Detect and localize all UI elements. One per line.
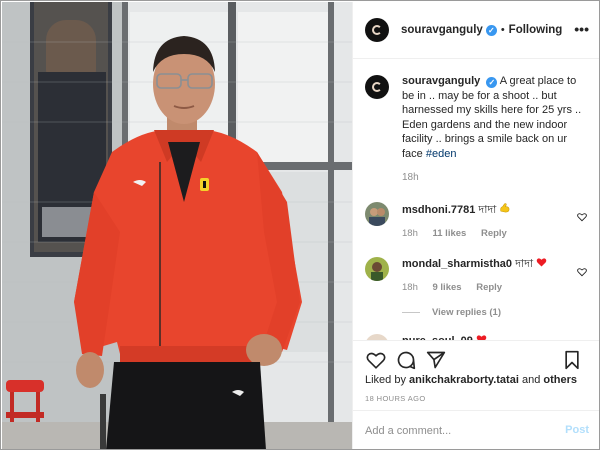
- like-heart-icon[interactable]: [365, 349, 387, 371]
- avatar-image: [365, 256, 389, 281]
- comment-likes[interactable]: 9 likes: [433, 282, 462, 293]
- add-comment-bar: Post: [353, 410, 599, 449]
- author-username[interactable]: souravganguly: [401, 24, 483, 36]
- avatar-mark-icon: [372, 82, 382, 92]
- comment-body: msdhoni.7781 দাদা 18h 11 likes Reply: [402, 202, 570, 241]
- reply-button[interactable]: Reply: [481, 228, 507, 239]
- comment-time: 18h: [402, 281, 418, 293]
- comment-avatar[interactable]: [365, 256, 389, 281]
- avatar-mark-icon: [372, 25, 382, 35]
- post-window: souravganguly ✓ • Following ••• souravga…: [0, 0, 600, 450]
- comment-item: msdhoni.7781 দাদা 18h 11 likes Reply: [365, 201, 589, 241]
- post-photo[interactable]: [2, 2, 352, 449]
- caption-author-avatar[interactable]: [365, 75, 389, 99]
- comment-body: mondal_sharmistha0 দাদা 18h 9 likes Repl…: [402, 257, 570, 295]
- flexed-biceps-icon: [499, 202, 510, 216]
- view-replies-label: View replies (1): [432, 306, 501, 318]
- comments-list[interactable]: souravganguly ✓ A great place to be in .…: [353, 60, 599, 340]
- comment-likes[interactable]: 11 likes: [433, 228, 467, 239]
- caption-body: souravganguly ✓ A great place to be in .…: [402, 74, 589, 186]
- liked-by-line: Liked by anikchakraborty.tatai and other…: [365, 374, 577, 386]
- caption-username[interactable]: souravganguly: [402, 75, 480, 87]
- post-photo-image: [2, 2, 352, 449]
- verified-badge-icon: ✓: [486, 77, 498, 88]
- comment-like-heart-icon[interactable]: [577, 212, 587, 222]
- liked-by-prefix: Liked by: [365, 374, 406, 386]
- caption-time: 18h: [402, 172, 419, 183]
- comment-meta: 18h 9 likes Reply: [402, 281, 570, 295]
- comment-username[interactable]: msdhoni.7781: [402, 204, 475, 216]
- comment-meta: 18h 11 likes Reply: [402, 227, 570, 241]
- comment-text: দাদা: [515, 257, 534, 270]
- following-button[interactable]: Following: [509, 24, 563, 36]
- comment-bubble-icon[interactable]: [395, 349, 417, 371]
- author-avatar[interactable]: [365, 18, 389, 42]
- comment-text: দাদা: [478, 203, 497, 216]
- liked-by-others[interactable]: others: [543, 374, 577, 386]
- post-caption: souravganguly ✓ A great place to be in .…: [365, 74, 589, 186]
- liked-by-user[interactable]: anikchakraborty.tatai: [409, 374, 519, 386]
- reply-button[interactable]: Reply: [476, 282, 502, 293]
- post-side-panel: souravganguly ✓ • Following ••• souravga…: [352, 2, 599, 449]
- comment-avatar[interactable]: [365, 201, 389, 226]
- post-actions-bar: [353, 340, 599, 378]
- add-comment-input[interactable]: [365, 424, 555, 437]
- comment-time: 18h: [402, 227, 418, 239]
- share-send-icon[interactable]: [425, 349, 447, 371]
- liked-by-conj: and: [521, 374, 541, 386]
- red-heart-icon: [536, 257, 547, 270]
- comment-like-heart-icon[interactable]: [577, 267, 587, 277]
- verified-badge-icon: ✓: [485, 24, 497, 36]
- separator-dot: •: [500, 24, 505, 36]
- post-header: souravganguly ✓ • Following •••: [353, 2, 599, 59]
- post-timestamp[interactable]: 18 HOURS AGO: [365, 394, 426, 403]
- hashtag-link[interactable]: #eden: [426, 148, 457, 160]
- comment-item: mondal_sharmistha0 দাদা 18h 9 likes Repl…: [365, 256, 589, 295]
- comment-username[interactable]: mondal_sharmistha0: [402, 258, 512, 270]
- avatar-image: [365, 201, 389, 226]
- replies-divider: [402, 311, 420, 313]
- view-replies-button[interactable]: View replies (1): [402, 307, 589, 318]
- more-options-icon[interactable]: •••: [574, 21, 589, 37]
- save-bookmark-icon[interactable]: [561, 349, 583, 371]
- post-comment-button[interactable]: Post: [565, 424, 589, 436]
